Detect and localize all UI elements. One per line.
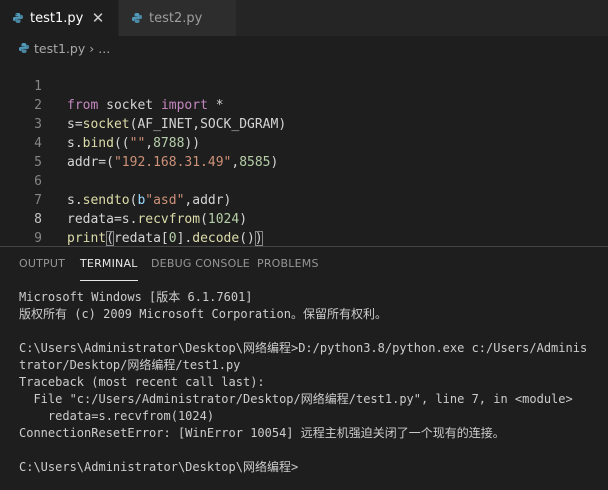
terminal-line: Microsoft Windows [版本 6.1.7601] — [19, 290, 253, 304]
editor-tab-bar: test1.py ✕ test2.py — [0, 0, 608, 36]
token: decode — [192, 231, 240, 246]
bracket-match: ( — [106, 231, 114, 246]
code-line: 5 — [0, 134, 608, 170]
tab-test2[interactable]: test2.py — [118, 0, 236, 36]
token: print — [67, 231, 107, 246]
terminal-output[interactable]: Microsoft Windows [版本 6.1.7601] 版权所有 (c)… — [19, 289, 604, 476]
code-line: 9 — [0, 210, 608, 246]
code-line-current: 8 print(redata[0].decode()) — [0, 191, 608, 246]
terminal-line: File "c:/Users/Administrator/Desktop/网络编… — [19, 392, 573, 406]
tab-test1[interactable]: test1.py ✕ — [0, 0, 118, 36]
tab-label: test2.py — [149, 10, 203, 26]
token: () — [239, 231, 255, 246]
python-file-icon — [131, 12, 143, 24]
terminal-prompt: C:\Users\Administrator\Desktop\网络编程> — [19, 460, 299, 474]
tab-label: test1.py — [30, 10, 84, 26]
code-line: 4 addr=("192.168.31.49",8585) — [0, 115, 608, 170]
token: ]. — [176, 231, 193, 246]
breadcrumb-more[interactable]: ... — [98, 41, 110, 56]
code-editor[interactable]: 1 from socket import * 2 s=socket(AF_INE… — [0, 58, 608, 246]
tab-problems[interactable]: PROBLEMS — [257, 257, 319, 281]
tab-terminal[interactable]: TERMINAL — [80, 257, 138, 281]
token: redata[ — [113, 231, 169, 246]
python-file-icon — [12, 12, 24, 24]
bracket-match: ) — [254, 231, 263, 246]
code-line: 1 from socket import * — [0, 58, 608, 113]
terminal-line: redata=s.recvfrom(1024) — [19, 409, 215, 423]
terminal-line: Traceback (most recent call last): — [19, 375, 265, 389]
token: 0 — [168, 231, 177, 246]
terminal-line: trator/Desktop/网络编程/test1.py — [19, 358, 241, 372]
breadcrumb-file[interactable]: test1.py — [34, 41, 85, 56]
panel-tab-bar: OUTPUT TERMINAL DEBUG CONSOLE PROBLEMS — [0, 247, 608, 281]
breadcrumb: test1.py › ... — [18, 38, 110, 58]
code-line: 3 s.bind(("",8788)) — [0, 96, 608, 151]
close-icon[interactable]: ✕ — [90, 10, 106, 26]
terminal-line: ConnectionResetError: [WinError 10054] 远… — [19, 426, 505, 440]
tab-debug-console[interactable]: DEBUG CONSOLE — [151, 257, 250, 281]
code-line: 7 redata=s.recvfrom(1024) — [0, 172, 608, 227]
terminal-line: C:\Users\Administrator\Desktop\网络编程>D:/p… — [19, 341, 588, 355]
python-file-icon — [18, 42, 30, 54]
tab-output[interactable]: OUTPUT — [19, 257, 65, 281]
code-line: 6 s.sendto(b"asd",addr) — [0, 153, 608, 208]
terminal-line: 版权所有 (c) 2009 Microsoft Corporation。保留所有… — [19, 307, 387, 321]
chevron-right-icon: › — [89, 40, 95, 56]
code-line: 2 s=socket(AF_INET,SOCK_DGRAM) — [0, 77, 608, 132]
